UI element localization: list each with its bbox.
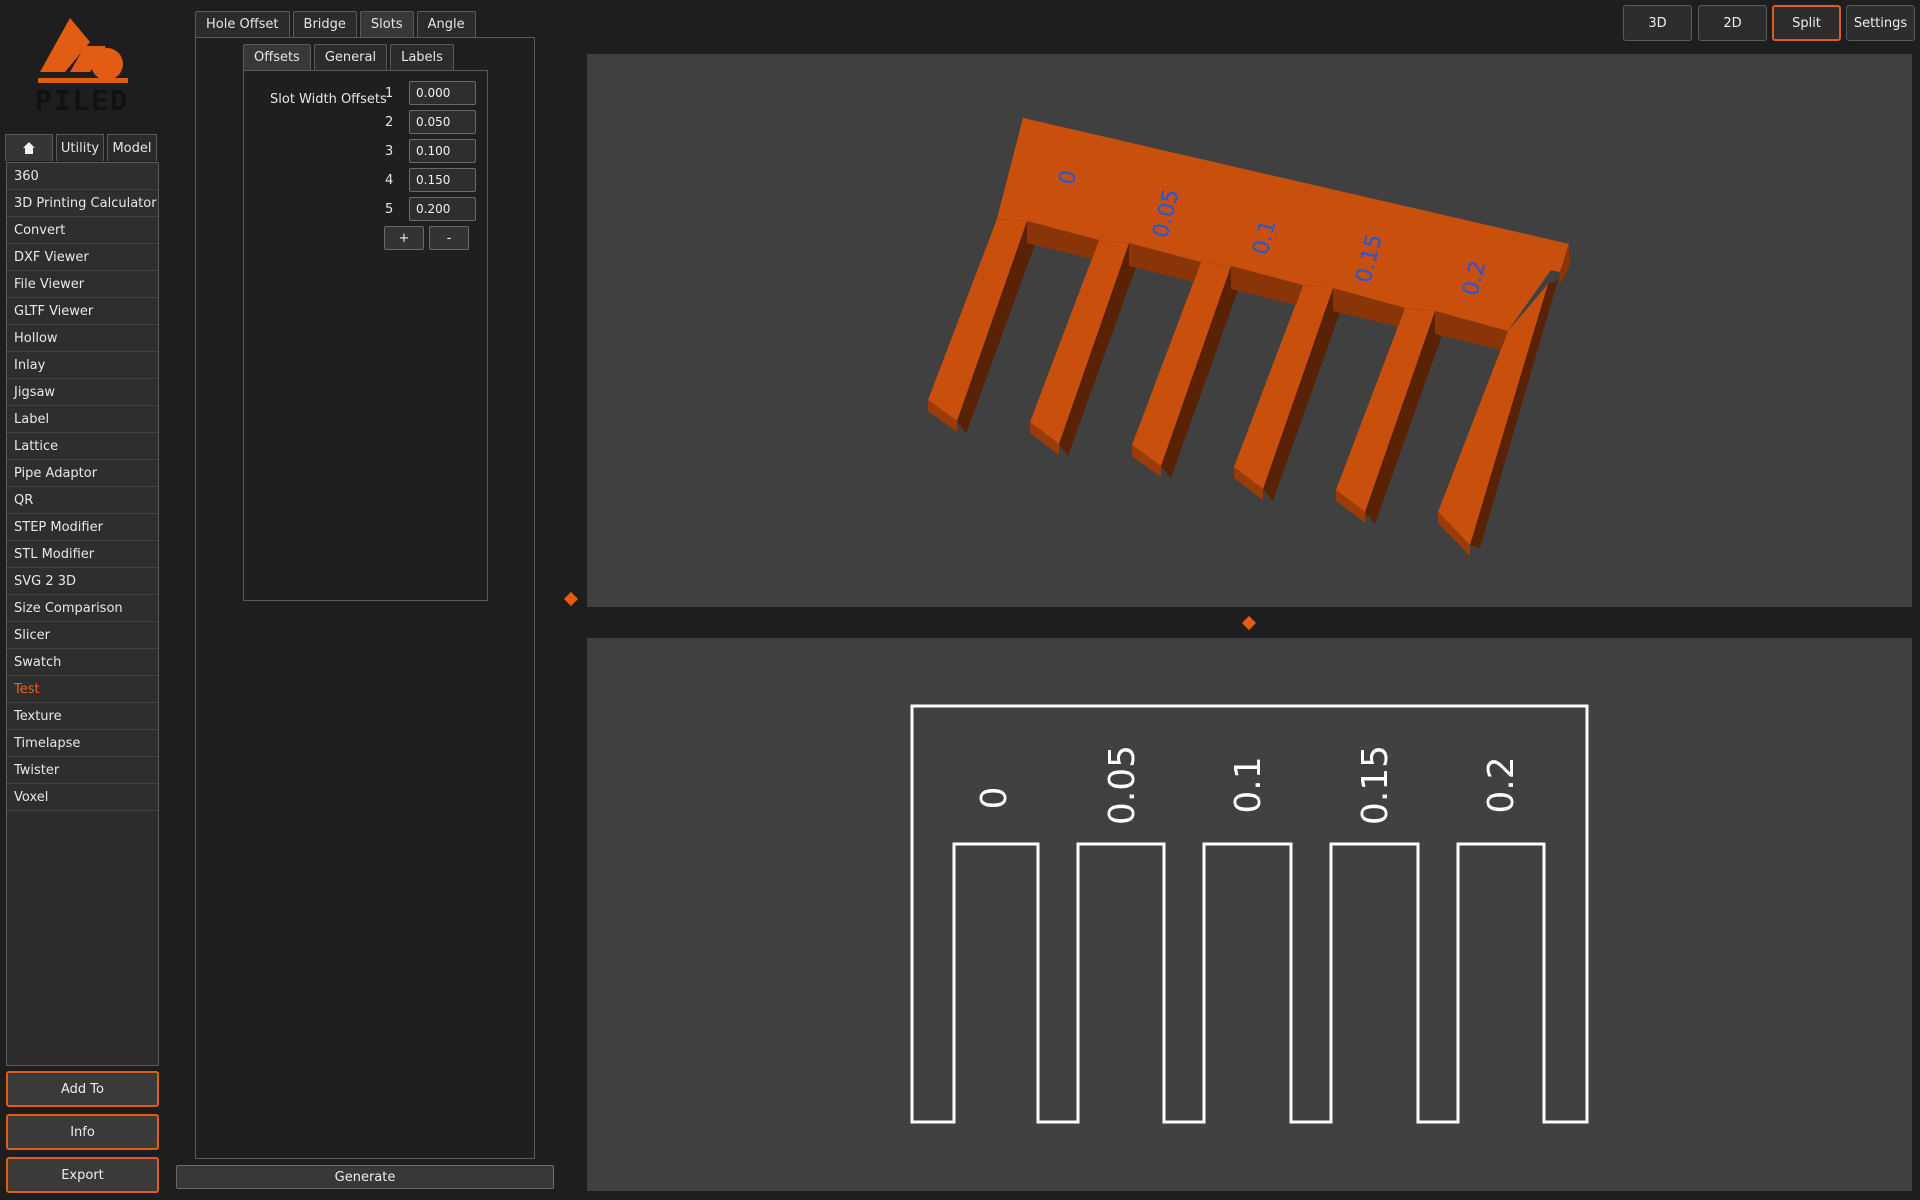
tab-home[interactable] [5,134,53,161]
add-offset-button[interactable]: + [384,226,424,250]
model-label-2d-01: 0.1 [1228,756,1269,813]
tool-item-convert[interactable]: Convert [7,217,158,244]
tool-item-slicer[interactable]: Slicer [7,622,158,649]
offset-index: 4 [385,172,394,188]
horizontal-split-handle[interactable] [563,591,579,607]
tab-slots[interactable]: Slots [359,11,414,38]
tool-item-label[interactable]: Label [7,406,158,433]
home-icon [23,142,35,154]
category-tabs: Utility Model [5,134,157,161]
tab-hole-offset[interactable]: Hole Offset [195,11,290,38]
model-label-2d-005: 0.05 [1102,745,1143,825]
slot-test-3d-model: 0 0.05 0.1 0.15 0.2 [928,118,1570,556]
offset-index: 3 [385,143,394,159]
tool-item-timelapse[interactable]: Timelapse [7,730,158,757]
offset-row: 1 [385,81,476,105]
tab-angle[interactable]: Angle [416,11,476,38]
tab-bridge[interactable]: Bridge [292,11,357,38]
tool-item-swatch[interactable]: Swatch [7,649,158,676]
tool-item-stl-modifier[interactable]: STL Modifier [7,541,158,568]
offset-input-4[interactable] [409,168,476,192]
tool-item-qr[interactable]: QR [7,487,158,514]
settings-button[interactable]: Settings [1846,5,1915,41]
vertical-split-handle[interactable] [1241,615,1257,631]
viewport-2d[interactable]: 0 0.05 0.1 0.15 0.2 [587,638,1912,1191]
offset-row: 4 [385,168,476,192]
remove-offset-button[interactable]: - [429,226,469,250]
tool-item-dxf-viewer[interactable]: DXF Viewer [7,244,158,271]
tool-item-test[interactable]: Test [7,676,158,703]
tool-item-step-modifier[interactable]: STEP Modifier [7,514,158,541]
tab-offsets[interactable]: Offsets [243,44,311,71]
tab-model[interactable]: Model [107,134,157,161]
tool-item-3d-printing-calculator[interactable]: 3D Printing Calculator [7,190,158,217]
tool-item-size-comparison[interactable]: Size Comparison [7,595,158,622]
offset-input-1[interactable] [409,81,476,105]
generate-button[interactable]: Generate [176,1165,554,1189]
offset-index: 2 [385,114,394,130]
tool-item-inlay[interactable]: Inlay [7,352,158,379]
tab-general[interactable]: General [313,44,388,71]
info-button[interactable]: Info [6,1114,159,1150]
tab-labels[interactable]: Labels [390,44,454,71]
piled-logo: PILED [35,18,129,117]
view-3d-button[interactable]: 3D [1623,5,1692,41]
tool-item-360[interactable]: 360 [7,163,158,190]
model-label-2d-0: 0 [974,787,1015,810]
tool-item-file-viewer[interactable]: File Viewer [7,271,158,298]
tab-utility[interactable]: Utility [56,134,104,161]
viewport-3d[interactable]: 0 0.05 0.1 0.15 0.2 [587,54,1912,607]
offset-input-2[interactable] [409,110,476,134]
offset-row: 5 [385,197,476,221]
model-label-2d-015: 0.15 [1355,745,1396,825]
test-type-tabs: Hole Offset Bridge Slots Angle [195,11,476,38]
settings-sub-tabs: Offsets General Labels [243,44,454,71]
add-to-button[interactable]: Add To [6,1071,159,1107]
tool-item-jigsaw[interactable]: Jigsaw [7,379,158,406]
offset-row: 2 [385,110,476,134]
tool-list: 360 3D Printing Calculator Convert DXF View… [6,162,159,1066]
logo-text: PILED [35,84,129,117]
model-label-2d-02: 0.2 [1481,756,1522,813]
tool-item-svg-2-3d[interactable]: SVG 2 3D [7,568,158,595]
offset-input-3[interactable] [409,139,476,163]
tool-item-pipe-adaptor[interactable]: Pipe Adaptor [7,460,158,487]
export-button[interactable]: Export [6,1157,159,1193]
view-split-button[interactable]: Split [1772,5,1841,41]
tool-item-texture[interactable]: Texture [7,703,158,730]
offset-index: 1 [385,85,394,101]
tool-item-lattice[interactable]: Lattice [7,433,158,460]
slot-test-2d-outline: 0 0.05 0.1 0.15 0.2 [910,704,1589,1124]
tool-item-gltf-viewer[interactable]: GLTF Viewer [7,298,158,325]
offset-row: 3 [385,139,476,163]
offset-index: 5 [385,201,394,217]
tool-item-voxel[interactable]: Voxel [7,784,158,811]
tool-item-twister[interactable]: Twister [7,757,158,784]
tool-item-hollow[interactable]: Hollow [7,325,158,352]
view-2d-button[interactable]: 2D [1698,5,1767,41]
slot-width-offsets-label: Slot Width Offsets [270,92,387,107]
offset-input-5[interactable] [409,197,476,221]
